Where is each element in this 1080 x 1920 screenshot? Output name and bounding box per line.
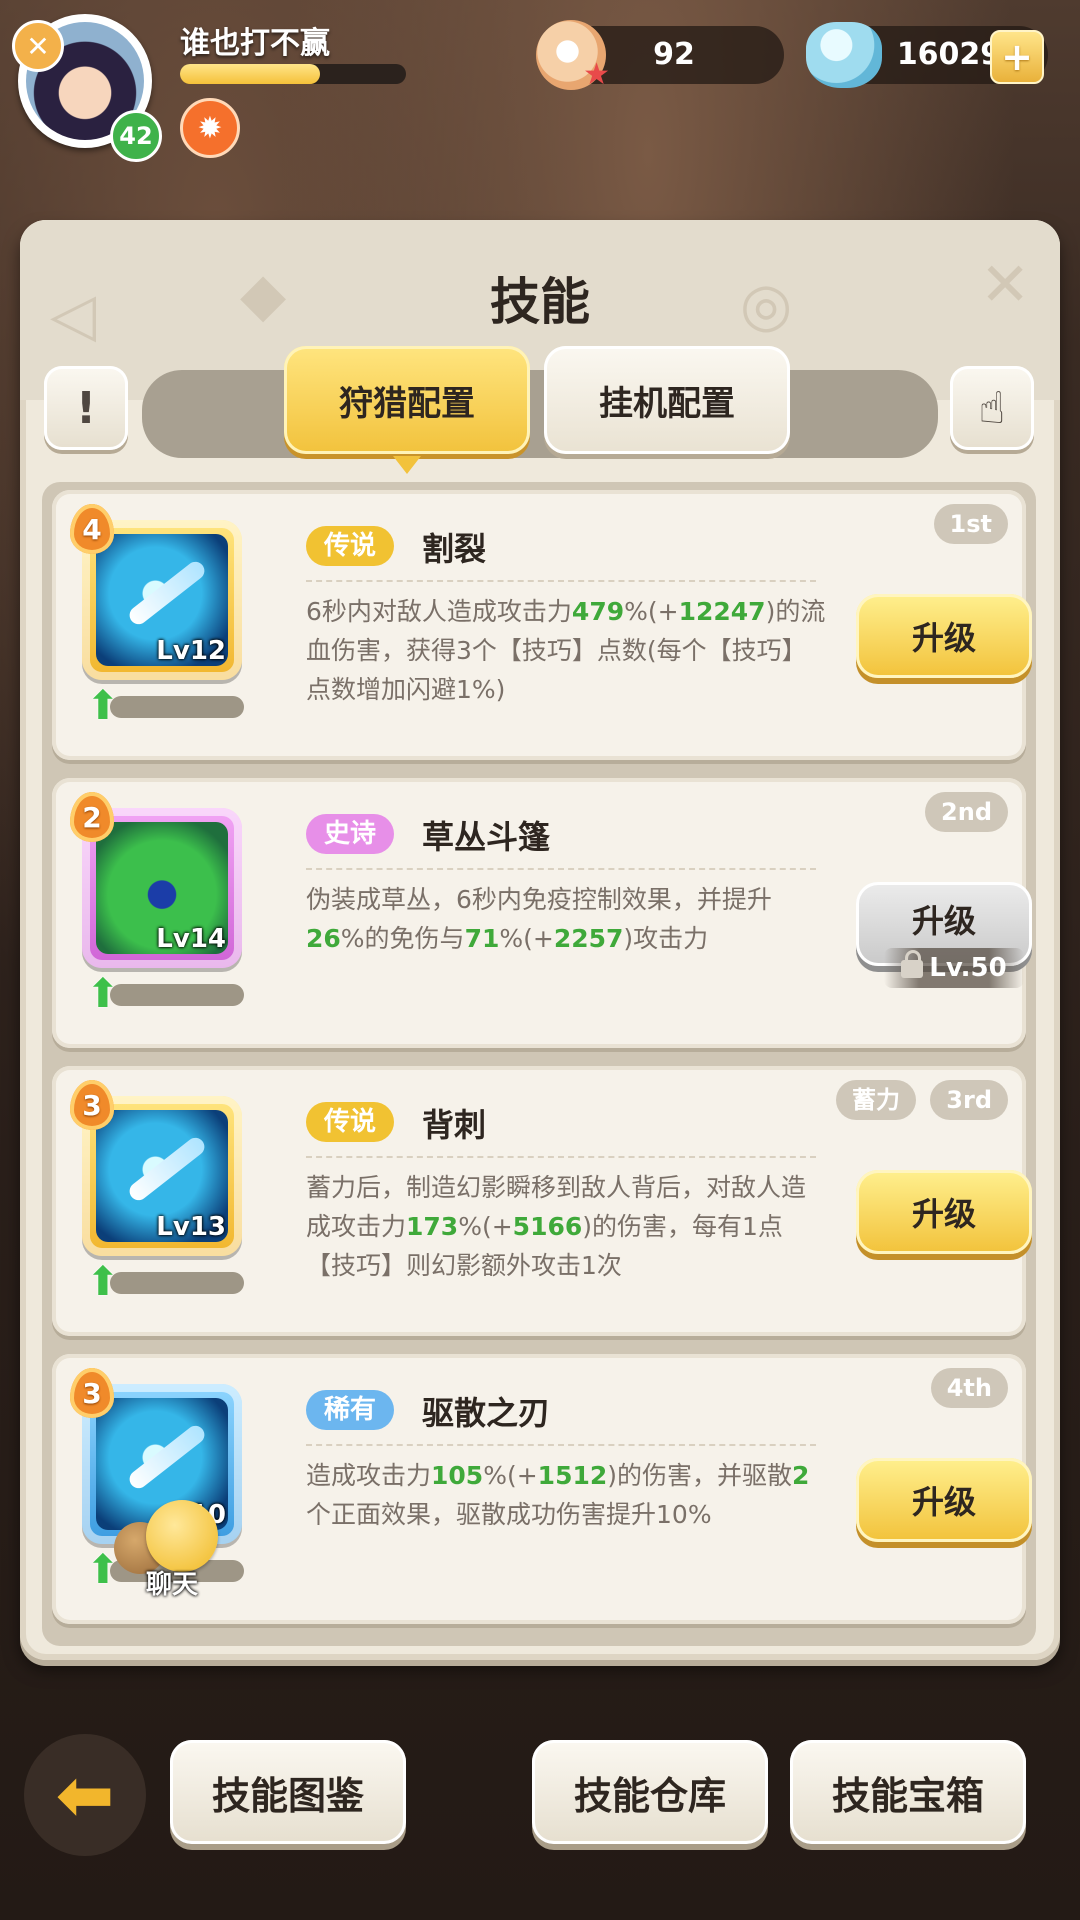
pearl-count: 92 (653, 37, 695, 72)
skill-list[interactable]: Lv12 4 ⬆ 传说 割裂 6秒内对敌人造成攻击力479%(+12247)的流… (42, 482, 1036, 1646)
divider (306, 1156, 816, 1158)
tab-track (142, 370, 938, 458)
upgrade-button[interactable]: 升级 (856, 1170, 1032, 1254)
star-count-badge: 3 (70, 1080, 114, 1130)
rank-badge: 2nd (925, 792, 1008, 832)
divider (306, 868, 816, 870)
page-title: 技能 (490, 273, 590, 331)
player-avatar[interactable]: ✕ 42 (12, 14, 162, 162)
player-level-badge: 42 (110, 110, 162, 162)
skill-description: 6秒内对敌人造成攻击力479%(+12247)的流血伤害，获得3个【技巧】点数(… (306, 597, 826, 704)
upgrade-button[interactable]: 升级 (856, 1458, 1032, 1542)
skill-description: 伪装成草丛，6秒内免疫控制效果，并提升26%的免伤与71%(+2257)攻击力 (306, 885, 772, 953)
rank-badge: 3rd (930, 1080, 1008, 1120)
chat-bubble-icon (146, 1500, 218, 1572)
divider (306, 1444, 816, 1446)
gem-counter: 16029 + (806, 22, 1048, 88)
skill-level: Lv13 (156, 1212, 226, 1242)
skill-description: 造成攻击力105%(+1512)的伤害，并驱散2个正面效果，驱散成功伤害提升10… (306, 1461, 810, 1529)
skill-name: 背刺 (422, 1106, 487, 1144)
skill-progress-bar (110, 696, 244, 718)
skill-level: Lv14 (156, 924, 226, 954)
skill-codex-button[interactable]: 技能图鉴 (170, 1740, 406, 1844)
rank-badge: 4th (930, 1368, 1008, 1408)
star-count-badge: 3 (70, 1368, 114, 1418)
pearl-counter: ★ 92 (536, 20, 784, 92)
skill-progress-bar (110, 984, 244, 1006)
back-arrow-icon[interactable]: ⬅ (24, 1734, 146, 1856)
skill-name: 割裂 (422, 530, 487, 568)
gem-icon (806, 22, 882, 88)
xp-bar (180, 64, 406, 84)
rarity-badge: 传说 (306, 1102, 395, 1142)
charge-tag: 蓄力 (836, 1080, 916, 1120)
skill-chest-button[interactable]: 技能宝箱 (790, 1740, 1026, 1844)
tab-idle-config[interactable]: 挂机配置 (544, 346, 790, 454)
chat-button[interactable]: 聊天 (112, 1500, 232, 1600)
rank-badge: 1st (933, 504, 1008, 544)
skill-progress-bar (110, 1272, 244, 1294)
xp-bar-fill (180, 64, 321, 84)
skill-description: 蓄力后，制造幻影瞬移到敌人背后，对敌人造成攻击力173%(+5166)的伤害，每… (306, 1173, 807, 1280)
skill-name: 驱散之刃 (422, 1394, 551, 1432)
tab-hunt-config[interactable]: 狩猎配置 (284, 346, 530, 474)
star-count-badge: 4 (70, 504, 114, 554)
unlock-requirement: Lv.50 (884, 948, 1024, 988)
close-badge-icon[interactable]: ✕ (12, 20, 64, 72)
rarity-badge: 史诗 (306, 814, 395, 854)
skill-card: Lv12 4 ⬆ 传说 割裂 6秒内对敌人造成攻击力479%(+12247)的流… (52, 490, 1032, 760)
lock-icon (901, 949, 924, 978)
divider (306, 580, 816, 582)
skill-name: 草丛斗篷 (422, 818, 551, 856)
skills-panel: ◁ ◆ ◎ ✕ 技能 ! 狩猎配置 挂机配置 ☝ Lv12 4 ⬆ 传说 割裂 … (20, 220, 1060, 1660)
skill-card: Lv14 2 ⬆ 史诗 草丛斗篷 伪装成草丛，6秒内免疫控制效果，并提升26%的… (52, 778, 1032, 1048)
player-name: 谁也打不赢 (180, 26, 330, 61)
buff-icon[interactable]: ✹ (180, 98, 240, 158)
skill-card: Lv13 3 ⬆ 传说 背刺 蓄力后，制造幻影瞬移到敌人背后，对敌人造成攻击力1… (52, 1066, 1032, 1336)
rarity-badge: 传说 (306, 526, 395, 566)
skill-storage-button[interactable]: 技能仓库 (532, 1740, 768, 1844)
rarity-badge: 稀有 (306, 1390, 395, 1430)
hand-pointer-icon[interactable]: ☝ (950, 366, 1034, 450)
pearl-icon: ★ (536, 20, 610, 92)
upgrade-button[interactable]: 升级 (856, 594, 1032, 678)
chat-label: 聊天 (145, 1570, 198, 1600)
plus-icon[interactable]: + (990, 30, 1044, 84)
info-icon[interactable]: ! (44, 366, 128, 450)
star-count-badge: 2 (70, 792, 114, 842)
gem-count: 16029 (896, 37, 1002, 72)
skill-level: Lv12 (156, 636, 226, 666)
